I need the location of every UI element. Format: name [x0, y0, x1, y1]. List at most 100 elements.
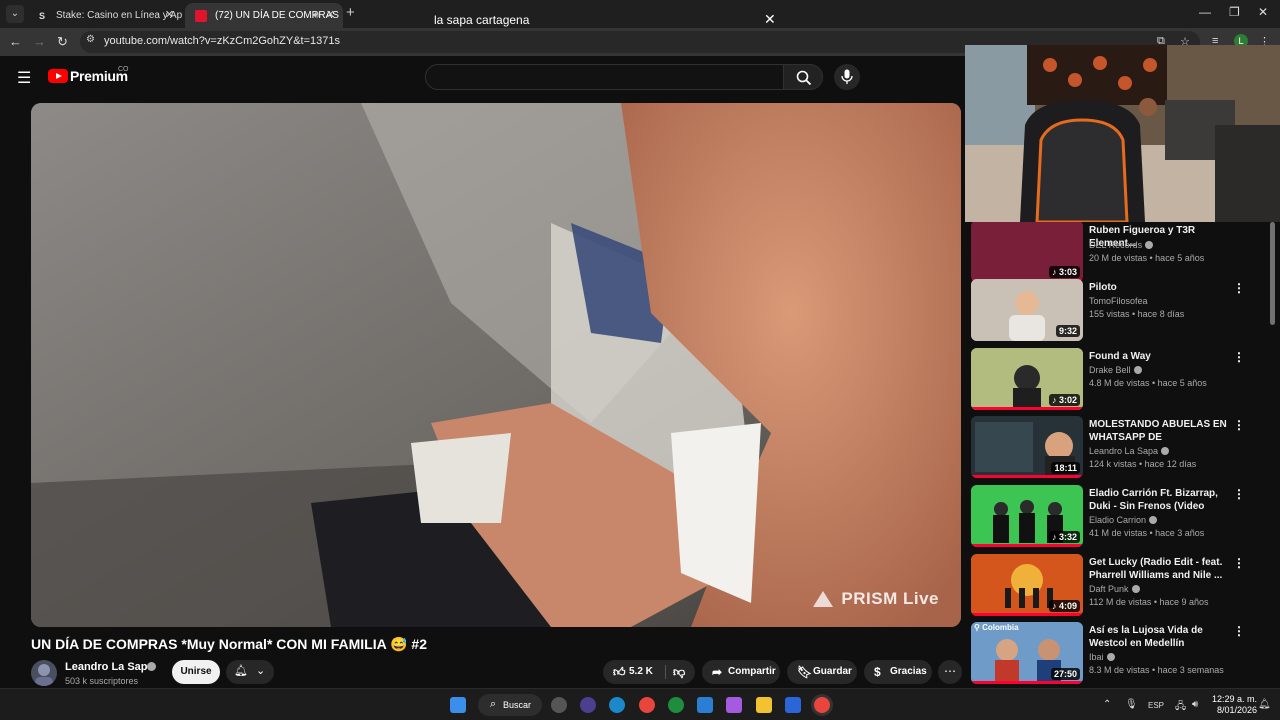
new-tab-icon[interactable]: + [346, 4, 355, 21]
item-channel[interactable]: Ibai [1089, 652, 1115, 662]
clock[interactable]: 12:29 a. m. 8/01/2026 [1212, 694, 1257, 716]
youtube-logo-icon[interactable] [48, 69, 68, 83]
close-tab-icon[interactable]: ✕ [165, 3, 174, 28]
item-channel[interactable]: Daft Punk [1089, 584, 1140, 594]
item-title[interactable]: MOLESTANDO ABUELAS EN WHATSAPP DE SEGUID… [1089, 418, 1227, 445]
bell-icon: 🔔︎ [234, 665, 248, 677]
search-button[interactable] [783, 64, 823, 90]
duration-badge: ♪ 3:32 [1048, 531, 1080, 543]
close-tab-icon[interactable]: ✕ [326, 3, 335, 28]
avatar-image [35, 664, 53, 686]
video-thumbnail[interactable]: ♪ 4:09 [971, 554, 1083, 616]
menu-icon[interactable]: ☰ [17, 68, 31, 88]
app-icon[interactable] [580, 697, 596, 713]
site-info-icon[interactable]: ⚙ [86, 34, 95, 45]
chrome-active-icon[interactable] [814, 697, 830, 713]
voice-search-button[interactable] [834, 64, 860, 90]
subscriber-count: 503 k suscriptores [65, 676, 139, 686]
video-thumbnail[interactable]: 18:11 [971, 416, 1083, 478]
video-title: UN DÍA DE COMPRAS *Muy Normal* CON MI FA… [31, 636, 427, 652]
notifications-button[interactable]: 🔔︎ ⌄ [226, 660, 274, 684]
more-options-icon[interactable]: ⋮ [1233, 487, 1245, 501]
save-button[interactable]: 🔖︎ Guardar [787, 660, 857, 684]
video-player[interactable]: PRISM Live [31, 103, 961, 627]
restore-icon[interactable]: ❐ [1229, 5, 1240, 19]
tab-stake[interactable]: S Stake: Casino en Línea y Apuest ✕ [26, 3, 182, 28]
video-thumbnail[interactable]: 9:32 [971, 279, 1083, 341]
list-item[interactable]: 18:11 MOLESTANDO ABUELAS EN WHATSAPP DE … [971, 416, 1271, 482]
dislike-icon[interactable]: 👎︎ [673, 660, 685, 684]
clear-search-icon[interactable]: ✕ [764, 11, 776, 28]
tab-title: (72) UN DÍA DE COMPRAS [215, 10, 339, 21]
item-meta: 41 M de vistas • hace 3 años [1089, 528, 1205, 538]
like-icon[interactable]: 👍︎ [613, 660, 626, 684]
copilot-icon[interactable] [551, 697, 567, 713]
item-title[interactable]: Piloto [1089, 281, 1227, 294]
language-indicator[interactable]: ESP [1148, 701, 1164, 710]
minimize-icon[interactable]: — [1199, 5, 1211, 19]
share-button[interactable]: ➦ Compartir [702, 660, 780, 684]
list-item[interactable]: 9:32 Piloto TomoFilosofea 155 vistas • h… [971, 279, 1271, 345]
list-item[interactable]: ♪ 4:09 Get Lucky (Radio Edit - feat. Pha… [971, 554, 1271, 620]
volume-icon[interactable]: 🔊︎ [1192, 699, 1198, 710]
audio-playing-icon[interactable]: 🔊︎ [313, 3, 319, 28]
item-title[interactable]: Eladio Carrión Ft. Bizarrap, Duki - Sin … [1089, 487, 1227, 514]
app-icon[interactable] [785, 697, 801, 713]
like-count[interactable]: 5.2 K [629, 660, 653, 684]
list-item[interactable]: ⚲ Colombia 27:50 Así es la Lujosa Vida d… [971, 622, 1271, 688]
chrome-icon[interactable] [639, 697, 655, 713]
item-title[interactable]: Found a Way [1089, 350, 1227, 363]
prism-watermark: PRISM Live [841, 589, 939, 608]
channel-name[interactable]: Leandro La Sapa [65, 661, 154, 673]
channel-avatar[interactable] [31, 660, 57, 686]
item-channel[interactable]: DEL Records [1089, 240, 1154, 250]
item-meta: 155 vistas • hace 8 días [1089, 309, 1185, 319]
video-thumbnail[interactable]: ♪ 3:03 [971, 222, 1083, 282]
join-button[interactable]: Unirse [172, 660, 220, 684]
list-item[interactable]: ♪ 3:32 Eladio Carrión Ft. Bizarrap, Duki… [971, 485, 1271, 551]
item-channel[interactable]: Leandro La Sapa [1089, 446, 1170, 456]
forward-icon[interactable]: → [33, 34, 46, 49]
edge-icon[interactable] [609, 697, 625, 713]
item-channel[interactable]: TomoFilosofea [1089, 296, 1148, 306]
file-explorer-icon[interactable] [756, 697, 772, 713]
verified-icon [147, 662, 156, 671]
more-actions-icon[interactable]: ⋯ [938, 660, 962, 684]
more-options-icon[interactable]: ⋮ [1233, 624, 1245, 638]
url-text[interactable]: youtube.com/watch?v=zKzCm2GohZY&t=1371s [104, 35, 340, 47]
notifications-icon[interactable]: 🔔︎ [1258, 699, 1271, 710]
more-options-icon[interactable]: ⋮ [1233, 281, 1245, 295]
item-channel[interactable]: Eladio Carrion [1089, 515, 1158, 525]
more-options-icon[interactable]: ⋮ [1233, 418, 1245, 432]
item-title[interactable]: Así es la Lujosa Vida de Westcol en Mede… [1089, 624, 1227, 650]
search-input[interactable] [425, 64, 785, 90]
xbox-icon[interactable] [668, 697, 684, 713]
thanks-button[interactable]: $ Gracias [864, 660, 932, 684]
back-icon[interactable]: ← [9, 34, 22, 49]
more-options-icon[interactable]: ⋮ [1233, 350, 1245, 364]
video-thumbnail[interactable]: ♪ 3:02 [971, 348, 1083, 410]
microphone-icon [841, 69, 853, 84]
search-icon [796, 70, 812, 86]
item-channel[interactable]: Drake Bell [1089, 365, 1142, 375]
copilot-app-icon[interactable] [726, 697, 742, 713]
tab-youtube-video[interactable]: (72) UN DÍA DE COMPRAS 🔊︎ ✕ [185, 3, 343, 28]
item-title[interactable]: Get Lucky (Radio Edit - feat. Pharrell W… [1089, 556, 1227, 582]
close-window-icon[interactable]: ✕ [1258, 5, 1268, 19]
photos-icon[interactable] [697, 697, 713, 713]
network-icon[interactable]: 🖧 [1175, 699, 1186, 716]
country-code: CO [118, 66, 129, 73]
tray-chevron-icon[interactable]: ⌃ [1103, 699, 1111, 710]
prism-logo-icon [813, 591, 833, 607]
video-thumbnail[interactable]: ⚲ Colombia 27:50 [971, 622, 1083, 684]
search-query[interactable]: la sapa cartagena [434, 13, 529, 27]
video-thumbnail[interactable]: ♪ 3:32 [971, 485, 1083, 547]
chevron-down-icon: ⌄ [256, 665, 266, 677]
tab-search-icon[interactable]: ⌄ [6, 5, 24, 23]
reload-icon[interactable]: ↻ [57, 34, 68, 50]
start-icon[interactable] [450, 697, 466, 713]
list-item[interactable]: ♪ 3:02 Found a Way Drake Bell 4.8 M de v… [971, 348, 1271, 414]
microphone-icon[interactable]: 🎙︎ [1125, 699, 1138, 710]
more-options-icon[interactable]: ⋮ [1233, 556, 1245, 570]
sidebar-scrollbar[interactable] [1270, 222, 1275, 325]
